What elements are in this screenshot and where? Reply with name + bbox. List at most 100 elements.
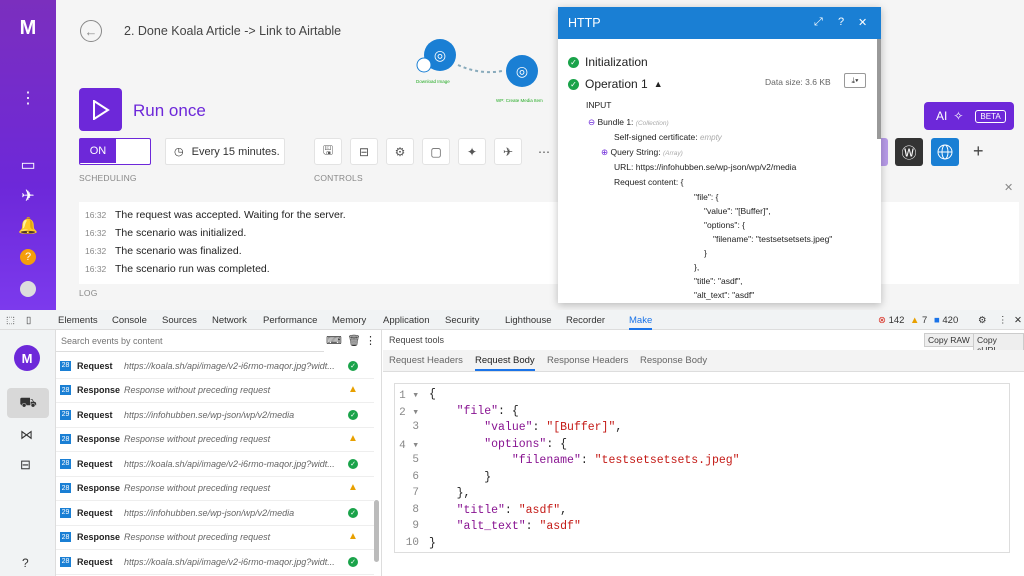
wordpress-icon[interactable]: Ⓦ (895, 138, 923, 166)
note-icon[interactable]: ▢ (422, 138, 450, 165)
download-icon[interactable]: ⤓▾ (844, 73, 866, 88)
check-icon: ✓ (348, 360, 358, 371)
help-icon[interactable]: ? (16, 245, 40, 269)
event-type: Request (77, 556, 113, 567)
event-url: https://koala.sh/api/image/v2-i6rmo-maqo… (124, 458, 335, 469)
more-icon[interactable]: ⋮ (365, 334, 376, 347)
initialization-label: Initialization (585, 55, 648, 69)
globe-icon[interactable] (931, 138, 959, 166)
tab-request-headers[interactable]: Request Headers (389, 355, 463, 366)
book-icon[interactable]: ▭ (16, 153, 40, 177)
truck-icon[interactable]: ⛟ (7, 388, 49, 418)
scheduling-toggle[interactable]: ON (79, 138, 151, 165)
event-row[interactable]: 28 Response Response without preceding req… (56, 428, 374, 452)
add-module-icon[interactable]: + (973, 141, 984, 162)
http-panel-title: HTTP (568, 16, 601, 30)
event-row[interactable]: 28 Request https://koala.sh/api/image/v2-i… (56, 452, 374, 477)
tab-recorder[interactable]: Recorder (566, 315, 605, 326)
event-row[interactable]: 28 Request https://koala.sh/api/image/v2-i… (56, 354, 374, 379)
extension-rail: M ⛟ ⋈ ⊟ ? (0, 330, 56, 576)
tab-console[interactable]: Console (112, 315, 147, 326)
check-icon: ✓ (348, 556, 358, 567)
tab-performance[interactable]: Performance (263, 315, 317, 326)
scrollbar[interactable] (877, 39, 881, 139)
tab-security[interactable]: Security (445, 315, 479, 326)
tab-lighthouse[interactable]: Lighthouse (505, 315, 551, 326)
rocket-icon[interactable]: ✈ (16, 184, 40, 208)
ssc-row: Self-signed certificate: empty (614, 132, 722, 142)
scenario-title: 2. Done Koala Article -> Link to Airtabl… (124, 24, 342, 38)
close-devtools-icon[interactable]: ✕ (1014, 315, 1022, 326)
warning-icon: ▲ (348, 482, 358, 494)
bell-icon[interactable]: 🔔 (16, 214, 40, 238)
event-url: Response without preceding request (124, 532, 271, 543)
run-once-button[interactable] (79, 88, 122, 131)
info-count[interactable]: ■ 420 (934, 315, 958, 326)
collapse-icon[interactable]: ⊖ (588, 117, 595, 127)
event-row[interactable]: 29 Request https://infohubben.se/wp-json/w… (56, 501, 374, 526)
trash-icon[interactable]: 🗑 (347, 334, 361, 347)
scrollbar[interactable] (374, 500, 379, 562)
query-string-row[interactable]: ⊕ Query String: (Array) (601, 147, 683, 158)
save-icon[interactable]: 🖫 (314, 138, 342, 165)
device-icon[interactable]: ▯ (26, 315, 31, 326)
event-type: Response (77, 532, 121, 543)
expand-plus-icon[interactable]: ⊕ (601, 147, 608, 157)
back-button[interactable]: ← (80, 20, 102, 42)
event-row[interactable]: 29 Request https://infohubben.se/wp-json/w… (56, 403, 374, 428)
log-entry: 16:32 The request was accepted. Waiting f… (85, 209, 346, 221)
event-type: Response (77, 434, 121, 445)
tab-application[interactable]: Application (383, 315, 429, 326)
ai-button[interactable]: AI ✧ BETA (924, 102, 1014, 130)
avatar[interactable] (16, 277, 40, 301)
warning-count[interactable]: ▲ 7 (910, 315, 927, 326)
line-number: 9 (412, 520, 419, 532)
operation-row[interactable]: ✓ Operation 1 ▲ (568, 77, 663, 91)
tab-response-body[interactable]: Response Body (640, 355, 707, 366)
tab-request-body[interactable]: Request Body (475, 355, 535, 371)
airplane-icon[interactable]: ✈ (494, 138, 522, 165)
event-row[interactable]: 28 Response Response without preceding req… (56, 477, 374, 501)
help-icon[interactable]: ? (838, 16, 844, 28)
bundle-row[interactable]: ⊖ Bundle 1: (Collection) (588, 117, 669, 128)
help-icon[interactable]: ? (22, 556, 29, 570)
tab-elements[interactable]: Elements (58, 315, 98, 326)
share-icon[interactable]: ⋈ (20, 427, 33, 443)
tab-memory[interactable]: Memory (332, 315, 366, 326)
tab-sources[interactable]: Sources (162, 315, 197, 326)
monitor-icon[interactable]: ⌨ (326, 334, 342, 347)
close-icon[interactable]: ✕ (858, 16, 867, 29)
error-count[interactable]: ⊗ 142 (878, 315, 904, 326)
search-input[interactable] (56, 330, 324, 352)
initialization-row[interactable]: ✓ Initialization (568, 55, 648, 69)
gear-icon[interactable]: ⚙ (386, 138, 414, 165)
more-icon[interactable]: ⋮ (998, 315, 1008, 326)
close-log-icon[interactable]: ✕ (1004, 181, 1013, 194)
tab-network[interactable]: Network (212, 315, 247, 326)
event-type: Request (77, 409, 113, 420)
make-logo-icon[interactable]: M (16, 16, 40, 40)
event-row[interactable]: 28 Response Response without preceding req… (56, 379, 374, 403)
event-number: 29 (60, 507, 71, 518)
toggle-on-label: ON (80, 139, 116, 163)
log-label: LOG (79, 288, 98, 298)
more-icon[interactable]: ⋮ (16, 86, 40, 110)
copy-raw-button[interactable]: Copy RAW (924, 333, 974, 347)
app-sidebar: M ⋮ ▭ ✈ 🔔 ? (0, 0, 56, 310)
inspect-icon[interactable]: ⬚ (6, 315, 15, 326)
more-controls-icon[interactable]: ⋯ (530, 138, 558, 165)
event-url: Response without preceding request (124, 385, 271, 396)
event-row[interactable]: 28 Response Response without preceding req… (56, 526, 374, 550)
tab-response-headers[interactable]: Response Headers (547, 355, 628, 366)
schedule-setting[interactable]: ◷ Every 15 minutes. (165, 138, 285, 165)
tab-make[interactable]: Make (629, 315, 653, 330)
expand-icon[interactable]: ⤢ (814, 16, 823, 29)
settings-icon[interactable]: ⚙ (978, 315, 987, 326)
event-type: Response (77, 483, 121, 494)
toolbox-icon[interactable]: ⊟ (20, 457, 31, 473)
event-row[interactable]: 28 Request https://koala.sh/api/image/v2-i… (56, 550, 374, 575)
event-number: 28 (60, 556, 71, 567)
magic-wand-icon[interactable]: ✦ (458, 138, 486, 165)
request-body-editor[interactable]: 1 ▾ {2 ▾ "file": {3 "value": "[Buffer]", 4… (394, 383, 1010, 553)
align-icon[interactable]: ⊟ (350, 138, 378, 165)
